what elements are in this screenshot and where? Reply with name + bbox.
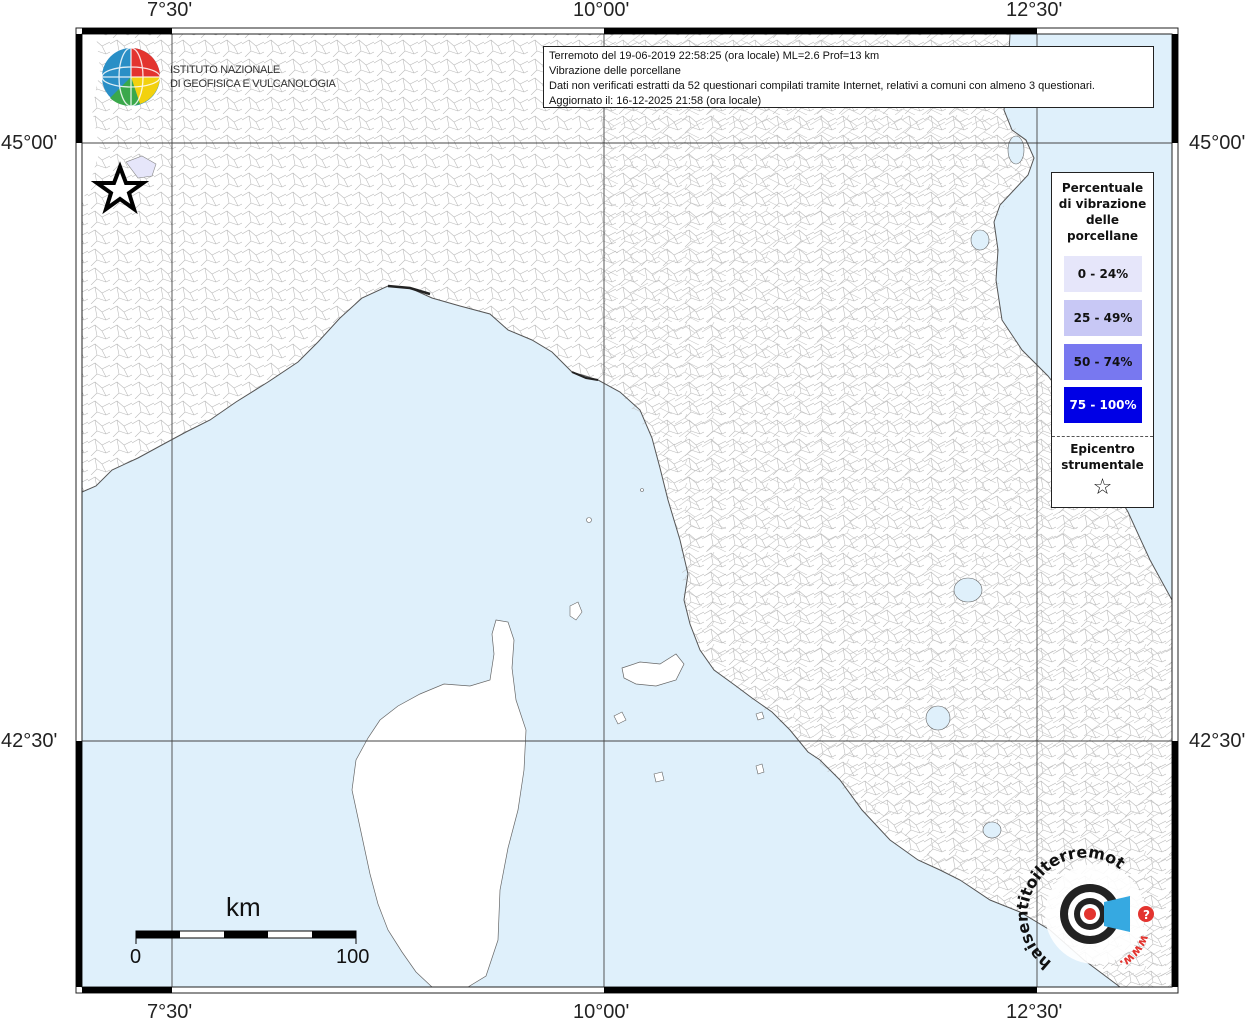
svg-text:?: ?	[1143, 908, 1150, 922]
legend-title-line: porcellane	[1066, 229, 1138, 243]
lat-tick-left-2: 42°30'	[1, 730, 58, 752]
lake-trasimeno	[953, 577, 983, 603]
lat-tick-right-2: 42°30'	[1189, 730, 1246, 752]
ingv-line1: ISTITUTO NAZIONALE	[170, 64, 280, 76]
intensity-map: ? haisentitoilterremoto.it www.	[0, 0, 1179, 994]
lon-tick-bottom-2: 10°00'	[573, 1001, 630, 1023]
lake-bolsena	[925, 705, 951, 731]
legend-star-icon: ☆	[1092, 475, 1113, 500]
legend-item-50-74: 50 - 74%	[1064, 344, 1142, 380]
scale-max-label: 100	[336, 946, 370, 968]
lon-tick-bottom-3: 12°30'	[1006, 1001, 1063, 1023]
legend-epicenter-line: strumentale	[1061, 458, 1144, 472]
lon-tick-top-3: 12°30'	[1006, 0, 1063, 21]
lat-tick-right-1: 45°00'	[1189, 132, 1246, 154]
legend-divider	[1052, 436, 1153, 437]
legend-epicenter-label: Epicentro strumentale	[1052, 441, 1153, 473]
legend-title-line: di vibrazione	[1058, 197, 1147, 211]
ingv-globe-icon	[101, 47, 161, 107]
legend-title-line: delle	[1085, 213, 1120, 227]
lon-tick-top-1: 7°30'	[147, 0, 193, 21]
event-info-line1: Terremoto del 19-06-2019 22:58:25 (ora l…	[549, 50, 880, 62]
scale-unit: km	[226, 892, 261, 922]
legend-item-0-24: 0 - 24%	[1064, 256, 1142, 292]
event-info-line2: Vibrazione delle porcellane	[549, 65, 681, 77]
lat-tick-left-1: 45°00'	[1, 132, 58, 154]
event-info-line4: Aggiornato il: 16-12-2025 21:58 (ora loc…	[549, 95, 762, 107]
lon-tick-top-2: 10°00'	[573, 0, 630, 21]
event-info-box: Terremoto del 19-06-2019 22:58:25 (ora l…	[543, 46, 1154, 108]
event-info-line3: Dati non verificati estratti da 52 quest…	[549, 80, 1095, 92]
scale-min-label: 0	[130, 946, 142, 968]
legend: Percentuale di vibrazione delle porcella…	[1051, 172, 1154, 508]
legend-item-75-100: 75 - 100%	[1064, 387, 1142, 423]
legend-item-25-49: 25 - 49%	[1064, 300, 1142, 336]
lon-tick-bottom-1: 7°30'	[147, 1001, 193, 1023]
legend-title-line: Percentuale	[1061, 181, 1144, 195]
legend-epicenter-line: Epicentro	[1070, 442, 1135, 456]
ingv-logo-text: ISTITUTO NAZIONALE DI GEOFISICA E VULCAN…	[170, 63, 336, 91]
ingv-line2: DI GEOFISICA E VULCANOLOGIA	[170, 78, 336, 90]
legend-title: Percentuale di vibrazione delle porcella…	[1052, 180, 1153, 244]
